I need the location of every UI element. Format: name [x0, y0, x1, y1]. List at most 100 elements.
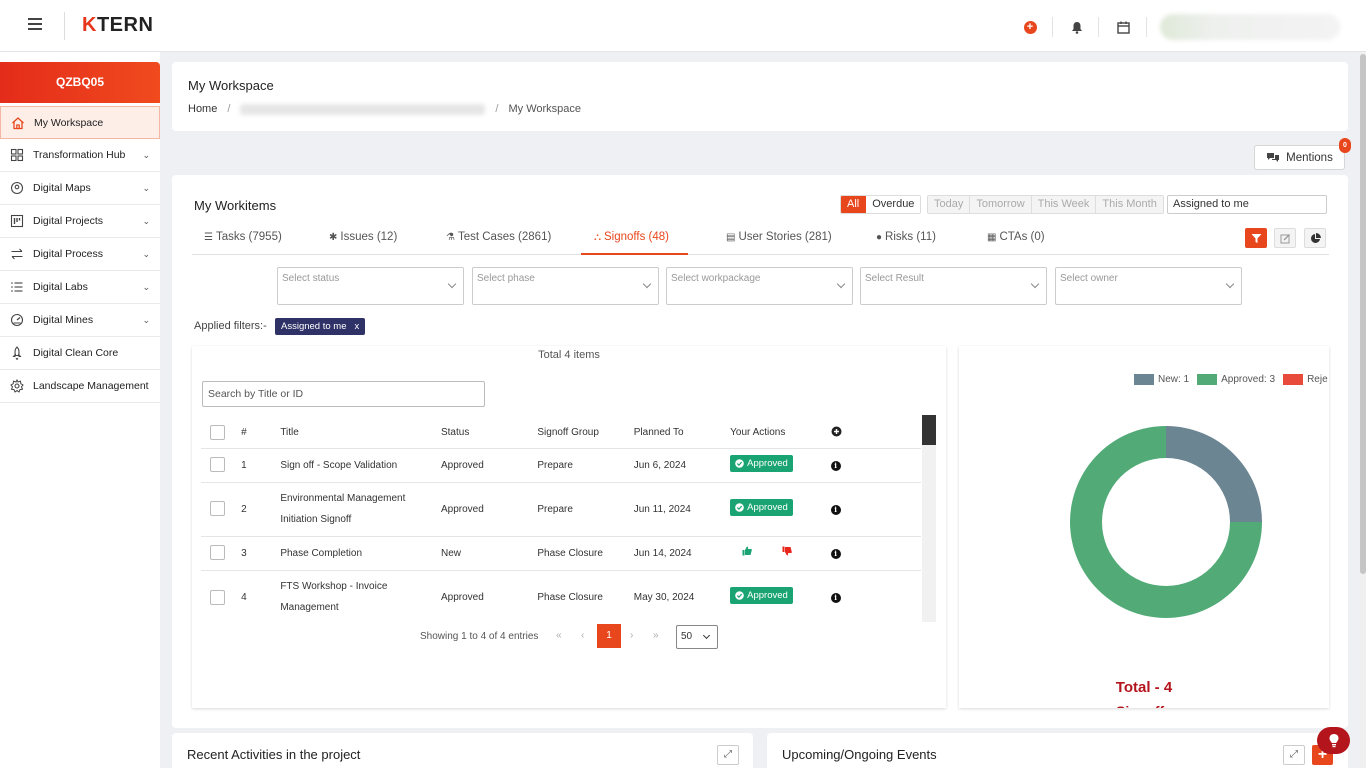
phase-select[interactable]: Select phase: [472, 267, 659, 305]
mentions-count-badge: 0: [1339, 138, 1351, 153]
legend-item-new[interactable]: New: 1: [1134, 374, 1189, 385]
legend-item-approved[interactable]: Approved: 3: [1197, 374, 1275, 385]
breadcrumb-current: My Workspace: [508, 103, 582, 115]
select-all-checkbox[interactable]: [210, 425, 225, 441]
sidebar-item-digital-clean-core[interactable]: Digital Clean Core: [0, 337, 160, 370]
row-checkbox[interactable]: [210, 545, 225, 561]
sidebar-item-label: Digital Projects: [33, 215, 104, 227]
filter-overdue-button[interactable]: Overdue: [866, 196, 921, 213]
first-page-button[interactable]: «: [556, 630, 562, 641]
row-title[interactable]: Environmental Management Initiation Sign…: [280, 481, 441, 536]
approved-button[interactable]: Approved: [730, 498, 793, 516]
sidebar-item-transformation-hub[interactable]: Transformation Hub ⌄: [0, 139, 160, 172]
breadcrumb-project-link[interactable]: [240, 103, 486, 115]
info-icon[interactable]: i: [830, 548, 841, 559]
table-row[interactable]: 2 Environmental Management Initiation Si…: [201, 481, 921, 536]
bell-icon[interactable]: [1069, 18, 1085, 36]
filter-tomorrow-button[interactable]: Tomorrow: [970, 196, 1032, 213]
chart-toggle-button[interactable]: [1304, 228, 1326, 248]
page-1-button[interactable]: 1: [597, 624, 621, 648]
filter-this-week-button[interactable]: This Week: [1031, 196, 1097, 213]
chevron-down-icon: ⌄: [142, 150, 150, 160]
breadcrumb-home-link[interactable]: Home: [188, 103, 217, 115]
page-size-select[interactable]: 50: [676, 625, 718, 649]
app-logo[interactable]: KTERN: [82, 14, 153, 37]
tab-tasks[interactable]: ☰ Tasks (7955): [204, 227, 282, 255]
next-page-button[interactable]: ›: [630, 630, 633, 641]
workitems-panel: My Workitems All Overdue Today Tomorrow …: [172, 175, 1348, 728]
row-checkbox[interactable]: [210, 589, 225, 605]
result-select[interactable]: Select Result: [860, 267, 1047, 305]
donut-slice-new[interactable]: [1166, 426, 1262, 522]
workpackage-select[interactable]: Select workpackage: [666, 267, 853, 305]
thumbs-up-icon[interactable]: [742, 546, 752, 556]
calendar-icon[interactable]: [1115, 18, 1131, 36]
approved-button[interactable]: Approved: [730, 586, 793, 604]
row-title[interactable]: FTS Workshop - Invoice Management: [280, 569, 441, 624]
table-row[interactable]: 3 Phase Completion New Phase Closure Jun…: [201, 535, 921, 570]
legend-item-rejected[interactable]: Reje: [1283, 374, 1328, 385]
filter-all-button[interactable]: All: [841, 196, 867, 213]
tab-signoffs[interactable]: ⛬ Signoffs (48): [581, 227, 688, 255]
info-icon[interactable]: i: [830, 592, 841, 603]
tab-risks[interactable]: ● Risks (11): [876, 227, 936, 255]
approved-button[interactable]: Approved: [730, 454, 793, 472]
row-title[interactable]: Phase Completion: [280, 535, 441, 570]
status-select[interactable]: Select status: [277, 267, 464, 305]
owner-select[interactable]: Select owner: [1055, 267, 1242, 305]
prev-page-button[interactable]: ‹: [581, 630, 584, 641]
row-checkbox[interactable]: [210, 457, 225, 473]
info-icon[interactable]: i: [830, 504, 841, 515]
info-icon[interactable]: i: [830, 460, 841, 471]
sidebar-item-digital-maps[interactable]: Digital Maps ⌄: [0, 172, 160, 205]
row-planned-date: Jun 11, 2024: [633, 481, 731, 536]
sidebar-item-digital-labs[interactable]: Digital Labs ⌄: [0, 271, 160, 304]
collapse-icon[interactable]: ⤢: [1283, 745, 1305, 765]
home-icon: [12, 116, 24, 129]
collapse-icon[interactable]: ⤢: [717, 745, 739, 765]
search-input[interactable]: [202, 381, 485, 407]
mentions-button[interactable]: Mentions: [1254, 145, 1345, 170]
column-header-signoff-group[interactable]: Signoff Group: [537, 418, 633, 448]
filter-button[interactable]: [1245, 228, 1267, 248]
row-title[interactable]: Sign off - Scope Validation: [280, 447, 441, 482]
last-page-button[interactable]: »: [653, 630, 659, 641]
hamburger-menu-icon[interactable]: [28, 18, 42, 30]
rocket-icon: [12, 346, 22, 360]
tab-issues[interactable]: ✱ Issues (12): [329, 227, 397, 255]
thumbs-down-icon[interactable]: [782, 546, 792, 556]
tab-ctas[interactable]: ▦ CTAs (0): [987, 227, 1045, 255]
period-filter-disabled-group: Today Tomorrow This Week This Month: [927, 195, 1164, 214]
add-icon[interactable]: +: [1022, 18, 1038, 36]
sidebar-item-label: Digital Mines: [33, 314, 94, 326]
row-checkbox[interactable]: [210, 501, 225, 517]
sidebar-item-my-workspace[interactable]: My Workspace: [0, 106, 160, 139]
sidebar-item-digital-process[interactable]: Digital Process ⌄: [0, 238, 160, 271]
recent-activities-panel: Recent Activities in the project ⤢: [172, 733, 753, 768]
chip-close-icon[interactable]: x: [354, 318, 359, 335]
column-header-status[interactable]: Status: [441, 418, 537, 448]
add-column-icon[interactable]: [831, 426, 842, 437]
column-header-title[interactable]: Title: [280, 418, 441, 448]
pagination: Showing 1 to 4 of 4 entries « ‹ 1 › » 50: [192, 623, 946, 649]
sidebar-item-landscape-management[interactable]: Landscape Management: [0, 370, 160, 403]
lightbulb-icon[interactable]: [1317, 727, 1350, 754]
user-profile-menu[interactable]: [1160, 14, 1340, 40]
row-planned-date: May 30, 2024: [633, 569, 731, 624]
pie-chart-icon: [1310, 232, 1321, 243]
tab-test-cases[interactable]: ⚗ Test Cases (2861): [446, 227, 551, 255]
sidebar-item-digital-mines[interactable]: Digital Mines ⌄: [0, 304, 160, 337]
table-row[interactable]: 1 Sign off - Scope Validation Approved P…: [201, 447, 921, 482]
assignee-filter-select[interactable]: Assigned to me: [1167, 195, 1327, 214]
tab-user-stories[interactable]: ▤ User Stories (281): [726, 227, 832, 255]
table-row[interactable]: 4 FTS Workshop - Invoice Management Appr…: [201, 569, 921, 624]
column-header-planned-to[interactable]: Planned To: [634, 418, 730, 448]
filter-today-button[interactable]: Today: [928, 196, 971, 213]
page-scrollbar-thumb[interactable]: [1360, 54, 1366, 574]
filter-this-month-button[interactable]: This Month: [1096, 196, 1163, 213]
table-scrollbar-thumb[interactable]: [922, 415, 936, 445]
edit-button[interactable]: [1274, 228, 1296, 248]
sidebar-item-digital-projects[interactable]: Digital Projects ⌄: [0, 205, 160, 238]
project-code-badge[interactable]: QZBQ05: [0, 62, 160, 103]
table-scrollbar[interactable]: [922, 415, 936, 622]
